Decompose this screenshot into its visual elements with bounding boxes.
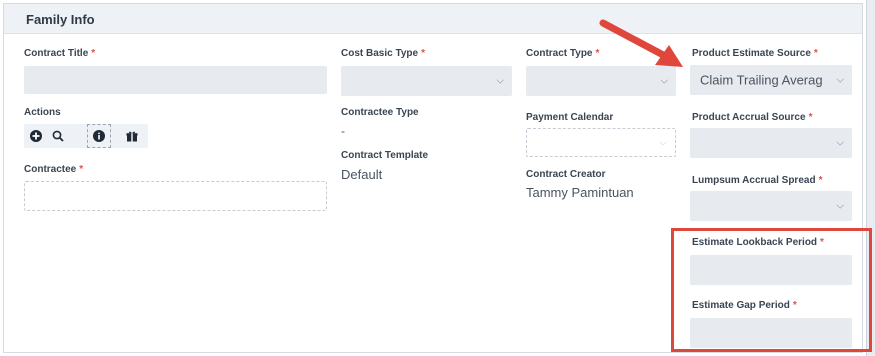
contractee-type-value: - — [341, 124, 345, 138]
info-icon[interactable] — [87, 124, 111, 148]
highlight-box — [671, 228, 872, 352]
plus-circle-icon[interactable] — [24, 124, 48, 148]
contract-title-label: Contract Title * — [24, 48, 96, 59]
chevron-down-icon: ⌵ — [836, 137, 844, 149]
contract-title-input[interactable] — [24, 66, 327, 94]
chevron-down-icon: ⌵ — [836, 200, 844, 212]
contract-creator-value: Tammy Pamintuan — [526, 185, 634, 200]
gift-icon[interactable] — [120, 124, 144, 148]
chevron-down-icon: ⌵ — [660, 75, 668, 87]
product-estimate-source-label: Product Estimate Source * — [692, 48, 818, 59]
product-estimate-source-select[interactable]: Claim Trailing Averag ⌵ — [690, 65, 852, 95]
actions-label: Actions — [24, 107, 61, 118]
chevron-down-icon: ⌵ — [496, 75, 504, 87]
actions-toolbar — [24, 124, 148, 148]
product-accrual-source-select[interactable]: ⌵ — [690, 128, 852, 158]
search-icon[interactable] — [46, 124, 70, 148]
contract-template-value: Default — [341, 167, 383, 182]
lumpsum-accrual-spread-label: Lumpsum Accrual Spread * — [692, 175, 823, 186]
product-estimate-source-value: Claim Trailing Averag — [700, 72, 823, 88]
section-header: Family Info — [4, 4, 862, 34]
cost-basic-type-label: Cost Basic Type * — [341, 48, 425, 59]
section-title: Family Info — [26, 12, 95, 27]
annotation-arrow-icon — [599, 19, 683, 67]
contract-template-label: Contract Template — [341, 150, 429, 161]
lumpsum-accrual-spread-select[interactable]: ⌵ — [690, 191, 852, 221]
contractee-input[interactable] — [24, 181, 327, 211]
contractee-type-label: Contractee Type — [341, 107, 419, 118]
contractee-label: Contractee * — [24, 164, 84, 175]
contract-type-label: Contract Type * — [526, 48, 600, 59]
chevron-down-icon: ⌵ — [659, 137, 667, 148]
chevron-down-icon: ⌵ — [836, 74, 844, 86]
contract-creator-label: Contract Creator — [526, 169, 606, 180]
payment-calendar-select[interactable]: ⌵ — [526, 128, 676, 157]
payment-calendar-label: Payment Calendar — [526, 112, 614, 123]
cost-basic-type-select[interactable]: ⌵ — [341, 66, 512, 96]
product-accrual-source-label: Product Accrual Source * — [692, 112, 813, 123]
